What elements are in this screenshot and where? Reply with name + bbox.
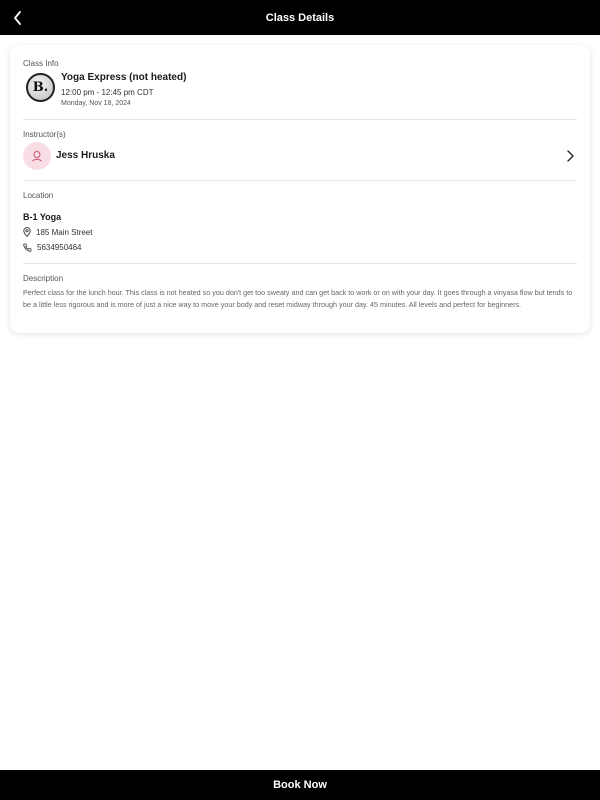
chevron-right-icon — [567, 150, 574, 162]
person-icon — [32, 151, 42, 162]
phone-row[interactable]: 5634950464 — [23, 243, 82, 252]
description-text: Perfect class for the lunch hour. This c… — [23, 288, 573, 309]
class-name: Yoga Express (not heated) — [61, 72, 187, 83]
divider — [23, 263, 577, 264]
instructor-name: Jess Hruska — [56, 150, 115, 161]
page-title: Class Details — [265, 11, 335, 24]
divider — [23, 180, 577, 181]
description-label: Description — [23, 274, 64, 283]
divider — [23, 119, 577, 120]
address-row[interactable]: 185 Main Street — [23, 227, 92, 237]
class-info-label: Class Info — [23, 59, 59, 68]
instructor-label: Instructor(s) — [23, 130, 66, 139]
class-details-card: Class Info B. Yoga Express (not heated) … — [10, 45, 590, 333]
location-address: 185 Main Street — [36, 227, 93, 237]
class-date: Monday, Nov 18, 2024 — [61, 100, 131, 107]
top-bar: Class Details — [0, 0, 600, 35]
instructor-row[interactable]: Jess Hruska — [23, 142, 577, 172]
location-name: B-1 Yoga — [23, 212, 62, 222]
location-label: Location — [23, 191, 54, 200]
book-now-button[interactable]: Book Now — [0, 770, 600, 800]
map-pin-icon — [23, 227, 31, 237]
chevron-left-icon — [14, 11, 21, 25]
location-phone: 5634950464 — [37, 243, 82, 252]
instructor-avatar — [23, 142, 51, 170]
back-button[interactable] — [6, 6, 30, 30]
class-time: 12:00 pm - 12:45 pm CDT — [61, 88, 154, 97]
phone-icon — [23, 243, 32, 252]
studio-logo: B. — [26, 73, 55, 102]
